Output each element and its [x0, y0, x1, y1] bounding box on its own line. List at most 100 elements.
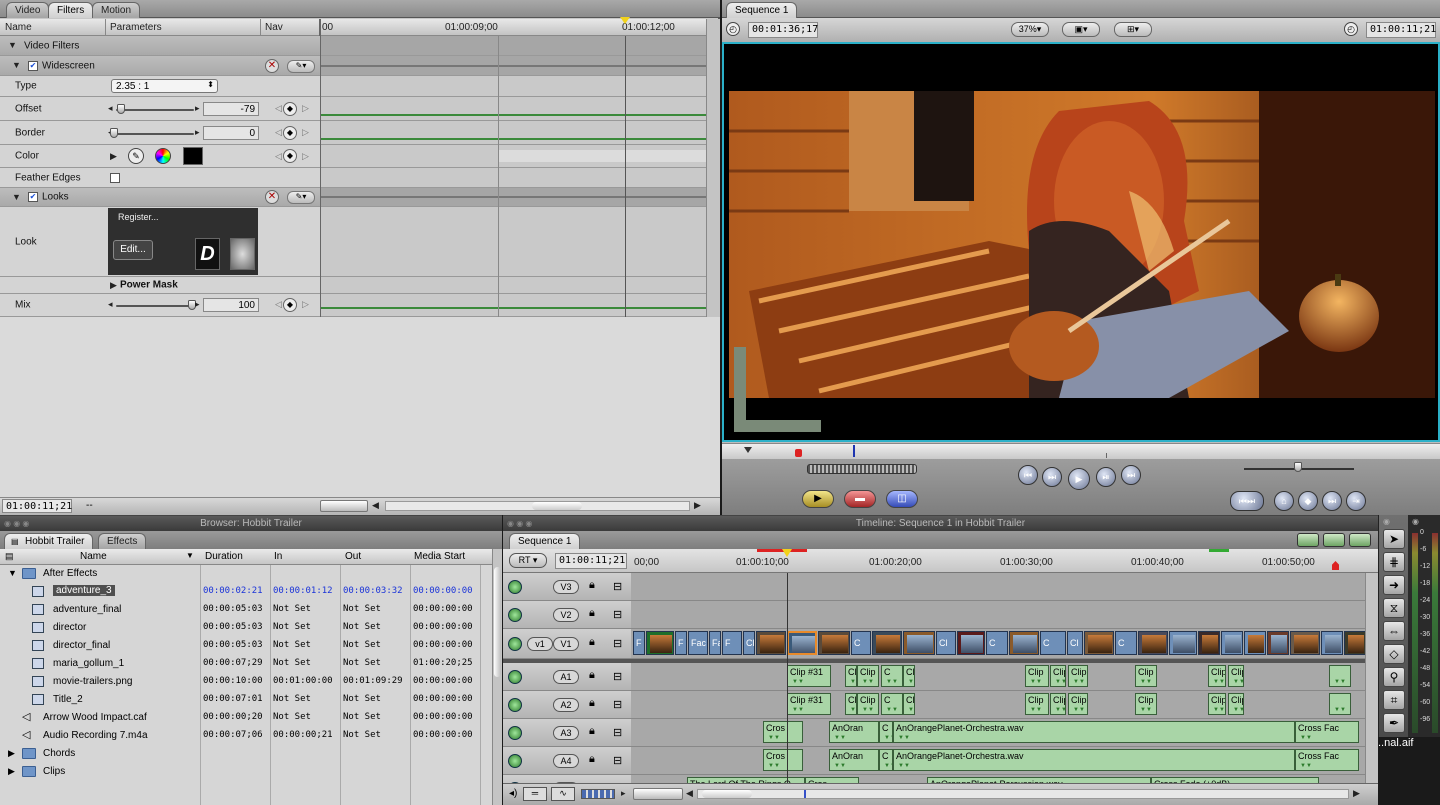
lock-icon[interactable]: 🔒︎	[589, 607, 595, 620]
lock-icon[interactable]: 🔒︎	[589, 636, 595, 649]
track-visibility-icon[interactable]	[508, 637, 522, 651]
offset-value[interactable]: -79	[203, 102, 259, 116]
audio-clip[interactable]: AnOran ▼▼	[829, 749, 879, 771]
track-label[interactable]: A2	[553, 698, 579, 712]
mark-in-icon[interactable]: ⌂	[1274, 491, 1294, 511]
feather-edges-checkbox[interactable]	[110, 173, 120, 183]
add-marker-icon[interactable]: ◆	[1298, 491, 1318, 511]
disclosure-triangle-icon[interactable]: ▶	[110, 151, 117, 162]
track-lane-v3[interactable]	[631, 573, 1365, 601]
play-around-icon[interactable]: ⏯	[1096, 467, 1116, 487]
col-out-header[interactable]: Out	[345, 551, 361, 562]
enable-checkbox[interactable]: ✔	[28, 192, 38, 202]
track-size-icon[interactable]	[581, 789, 615, 799]
audio-clip[interactable]: Clip ▼▼	[1135, 665, 1157, 687]
audio-clip[interactable]: Clip ▼▼	[903, 665, 915, 687]
edit-selection-tool-icon[interactable]: ⋕	[1383, 552, 1405, 572]
next-keyframe-icon[interactable]: ▷	[302, 299, 309, 310]
scroll-right-icon[interactable]: ▶	[694, 500, 701, 511]
audio-clip[interactable]: ▼▼	[1329, 665, 1351, 687]
disclosure-triangle-icon[interactable]: ▼	[12, 192, 21, 202]
video-clip[interactable]: Cl	[743, 631, 755, 655]
video-clip[interactable]: C	[986, 631, 1008, 655]
tab-sequence-1[interactable]: Sequence 1	[509, 533, 581, 549]
scroll-thumb[interactable]	[494, 567, 501, 677]
timeline-ruler[interactable]: RT ▾ 01:00:11;21 00;00 01:00:10;00 01:00:2…	[503, 549, 1378, 573]
browser-row[interactable]: ▼ After Effects	[0, 565, 492, 583]
auto-select-icon[interactable]: ⊟	[613, 608, 622, 621]
auto-select-icon[interactable]: ⊟	[613, 637, 622, 650]
track-label[interactable]: A4	[553, 754, 579, 768]
audio-clip[interactable]: C ▼▼	[879, 749, 893, 771]
audio-clip[interactable]: C ▼▼	[881, 693, 903, 715]
type-select[interactable]: 2.35 : 1 ⬍	[111, 79, 218, 93]
auto-select-icon[interactable]: ⊟	[613, 670, 622, 683]
audio-clip[interactable]: Clip ▼▼	[1050, 693, 1066, 715]
video-clip[interactable]	[1321, 631, 1343, 655]
video-clip[interactable]	[1221, 631, 1243, 655]
col-duration-header[interactable]: Duration	[205, 551, 243, 562]
mark-out-icon[interactable]: ⏭	[1322, 491, 1342, 511]
browser-row[interactable]: adventure_3 00:00:02:21 00:00:01:12 00:00:0…	[0, 583, 492, 601]
audio-clip[interactable]: C ▼▼	[881, 665, 903, 687]
audio-control-icon[interactable]: ◂)	[509, 788, 517, 799]
video-clip[interactable]: C	[1115, 631, 1137, 655]
browser-row[interactable]: ◁ Arrow Wood Impact.caf 00:00:00;20 Not Set…	[0, 709, 492, 727]
video-clip[interactable]	[818, 631, 850, 655]
zoom-slider[interactable]	[320, 500, 368, 512]
group-video-filters[interactable]: ▼ Video Filters	[0, 36, 320, 56]
decrement-icon[interactable]: ◂	[108, 103, 113, 114]
video-clip[interactable]: Fac	[688, 631, 708, 655]
go-to-next-edit-icon[interactable]: ⏭	[1121, 465, 1141, 485]
view-mode-dropdown[interactable]: ▣▾	[1062, 22, 1100, 37]
track-label[interactable]: V1	[553, 637, 579, 651]
auto-select-icon[interactable]: ⊟	[613, 580, 622, 593]
source-patch-label[interactable]: v1	[527, 637, 553, 651]
browser-row[interactable]: movie-trailers.png 00:00:10:00 00:01:00:00…	[0, 673, 492, 691]
playhead-icon[interactable]	[782, 549, 792, 557]
track-lane-a2[interactable]: Clip #31▼▼Clip▼▼Clip▼▼C▼▼Clip▼▼Clip▼▼Cli…	[631, 691, 1365, 719]
timeline-zoom-slider[interactable]	[633, 788, 683, 800]
canvas-scrubber[interactable]	[722, 443, 1440, 459]
lock-icon[interactable]: 🔒︎	[589, 753, 595, 766]
speaker-icon[interactable]	[508, 670, 522, 684]
speaker-icon[interactable]	[508, 754, 522, 768]
auto-select-icon[interactable]: ⊟	[613, 726, 622, 739]
audio-clip[interactable]: Clip ▼▼	[1135, 693, 1157, 715]
audio-clip[interactable]: Clip #31 ▼▼	[787, 665, 831, 687]
lock-icon[interactable]: 🔒︎	[589, 725, 595, 738]
auto-select-icon[interactable]: ⊟	[613, 754, 622, 767]
match-frame-icon[interactable]: ⏮⏭	[1230, 491, 1264, 511]
audio-clip[interactable]: Clip #31 ▼▼	[787, 693, 831, 715]
offset-slider-knob[interactable]	[117, 104, 125, 114]
video-clip[interactable]	[1267, 631, 1289, 655]
browser-row[interactable]: ▶ Chords	[0, 745, 492, 763]
track-label[interactable]: A1	[553, 670, 579, 684]
roll-tool-icon[interactable]: ⧖	[1383, 598, 1405, 618]
pen-tool-icon[interactable]: ✒	[1383, 713, 1405, 733]
track-lane-a1[interactable]: Clip #31▼▼Clip▼▼Clip▼▼C▼▼Clip▼▼Clip▼▼Cli…	[631, 663, 1365, 691]
disclosure-triangle-icon[interactable]: ▼	[12, 60, 21, 70]
browser-row[interactable]: maria_gollum_1 00:00:07;29 Not Set Not Set 0…	[0, 655, 492, 673]
video-clip[interactable]: C	[1040, 631, 1066, 655]
overwrite-edit-button[interactable]: ▬	[844, 490, 876, 508]
keyframe-button-icon[interactable]: ◆	[283, 149, 297, 163]
tab-motion[interactable]: Motion	[92, 2, 141, 18]
zoom-tool-icon[interactable]: ⚲	[1383, 667, 1405, 687]
viewer-timecode[interactable]: 01:00:11;21	[2, 499, 72, 513]
scroll-thumb[interactable]	[702, 790, 752, 798]
tab-hobbit-trailer[interactable]: ▤ Hobbit Trailer	[4, 533, 94, 549]
video-clip[interactable]	[1169, 631, 1197, 655]
snapping-icon[interactable]	[1323, 533, 1345, 547]
filter-menu-icon[interactable]: ✎▾	[287, 191, 315, 204]
video-clip[interactable]	[957, 631, 985, 655]
marker-icon[interactable]	[1332, 561, 1339, 570]
browser-scrollbar[interactable]	[492, 549, 502, 805]
audio-clip[interactable]: Clip ▼▼	[857, 665, 879, 687]
prev-keyframe-icon[interactable]: ◁	[275, 299, 282, 310]
video-clip[interactable]: Cl	[1067, 631, 1083, 655]
linked-selection-icon[interactable]	[1297, 533, 1319, 547]
prev-keyframe-icon[interactable]: ◁	[275, 127, 282, 138]
go-to-previous-edit-icon[interactable]: ⏮	[1018, 465, 1038, 485]
next-keyframe-icon[interactable]: ▷	[302, 103, 309, 114]
